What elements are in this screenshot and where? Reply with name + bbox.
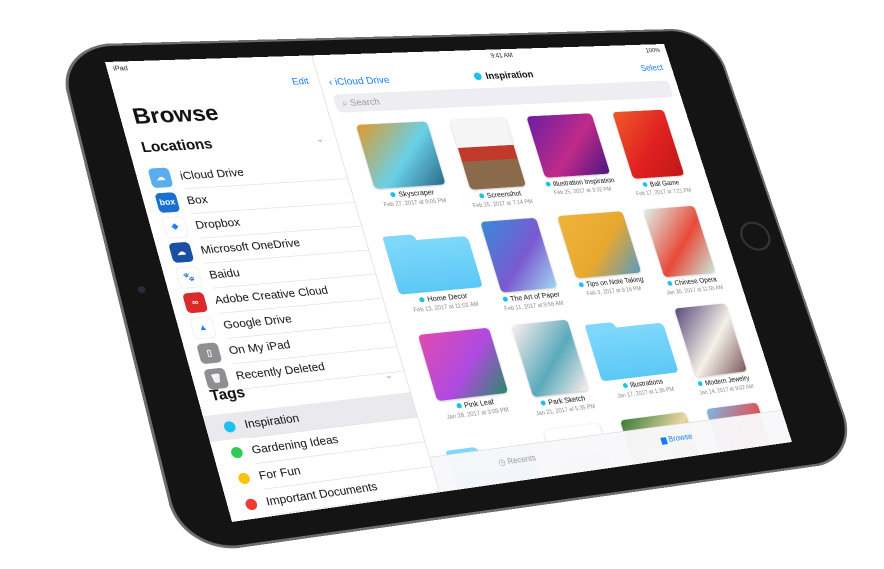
tag-dot-icon (622, 383, 628, 388)
page-title: Browse (130, 101, 222, 130)
baidu-icon: 🐾 (175, 265, 203, 288)
google-drive-icon: ▲ (189, 316, 217, 340)
tag-color-dot-icon (223, 420, 237, 432)
cloud-icon: ☁ (147, 167, 173, 188)
onedrive-icon: ☁ (168, 241, 194, 262)
battery-indicator: 100% (645, 47, 661, 54)
tag-dot-icon (667, 281, 673, 286)
tag-dot-icon (545, 182, 551, 187)
tab-recents[interactable]: ◷ Recents (497, 453, 537, 468)
ipad-icon: ▯ (196, 342, 222, 364)
home-button[interactable] (736, 221, 775, 252)
folder-icon (587, 323, 679, 382)
adobe-cc-icon: ∞ (182, 291, 208, 313)
clock: 9:41 AM (490, 52, 514, 59)
tab-browse[interactable]: ▆ Browse (660, 432, 694, 445)
file-thumbnail (418, 328, 508, 401)
file-thumbnail (674, 303, 747, 377)
tag-dot-icon (578, 282, 584, 287)
tag-color-dot-icon (230, 446, 244, 458)
camera (137, 286, 146, 293)
box-icon: box (154, 192, 180, 213)
tags-header: Tags (208, 385, 247, 406)
file-thumbnail (612, 110, 684, 179)
tag-dot-icon (473, 72, 483, 80)
tag-dot-icon (479, 193, 485, 198)
tag-dot-icon (502, 296, 508, 301)
tag-dot-icon (390, 192, 396, 197)
file-thumbnail (449, 118, 526, 190)
tag-dot-icon (456, 403, 463, 409)
folder-title-text: Inspiration (484, 69, 535, 82)
tag-dot-icon (642, 182, 648, 187)
file-thumbnail (643, 206, 715, 277)
tag-dot-icon (540, 400, 546, 406)
search-placeholder: Search (349, 96, 382, 108)
folder-icon (384, 236, 483, 295)
file-thumbnail (511, 320, 588, 398)
tag-dot-icon (419, 297, 426, 303)
tag-color-dot-icon (244, 498, 258, 511)
dropbox-icon: ❖ (161, 216, 189, 239)
tag-dot-icon (697, 381, 703, 386)
chevron-down-icon[interactable]: ⌄ (313, 132, 325, 145)
file-thumbnail (480, 218, 557, 293)
file-thumbnail (557, 211, 641, 278)
tab-recents-label: Recents (506, 454, 537, 467)
file-thumbnail (356, 121, 446, 189)
file-thumbnail (527, 113, 611, 177)
locations-header: Locations (140, 137, 215, 157)
tab-browse-label: Browse (667, 432, 693, 444)
tag-color-dot-icon (237, 472, 251, 484)
edit-button[interactable]: Edit (290, 75, 310, 86)
select-button[interactable]: Select (639, 62, 664, 73)
device-label: iPad (112, 64, 128, 72)
